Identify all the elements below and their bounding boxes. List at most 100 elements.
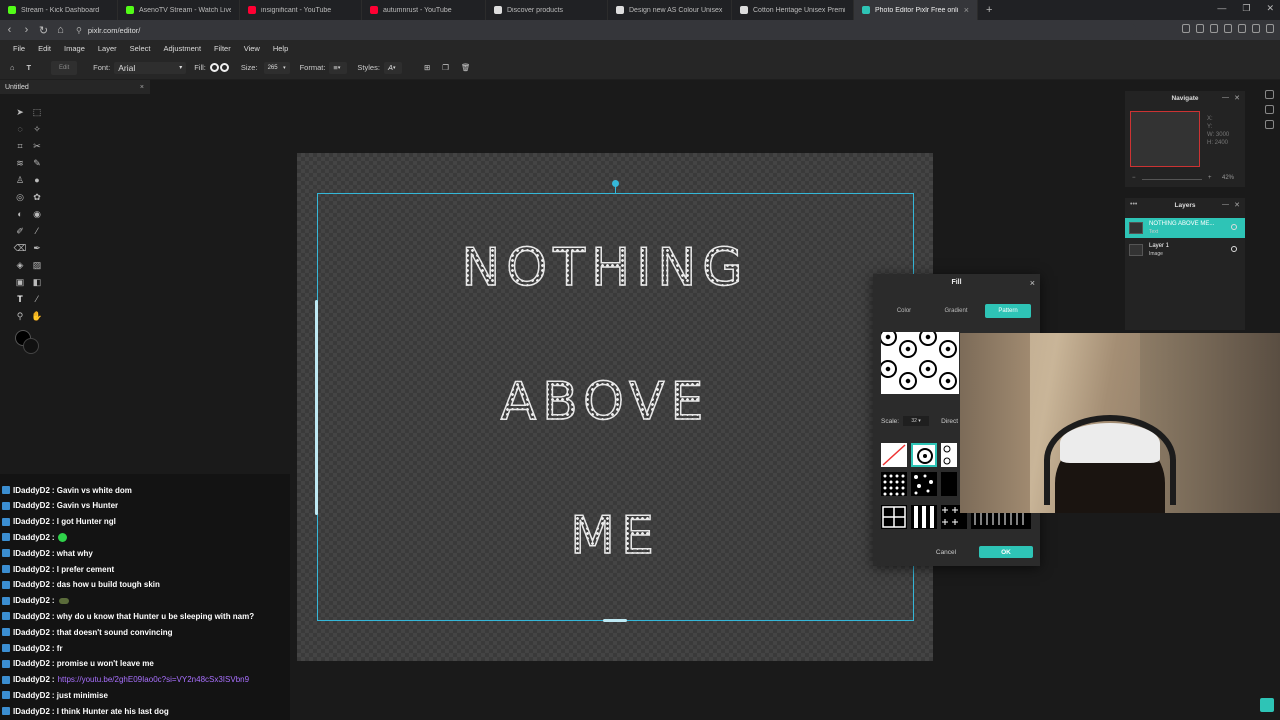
expand-button[interactable] <box>1260 698 1274 712</box>
collapse-icon[interactable]: — <box>1222 201 1229 208</box>
styles-select[interactable]: A ▾ <box>383 61 402 74</box>
chat-username[interactable]: IDaddyD2 <box>13 517 50 526</box>
pattern-swatch-rings[interactable] <box>911 443 937 467</box>
browser-tab[interactable]: Design new AS Colour Unisex Premi... <box>608 0 732 20</box>
sticker-tool-icon[interactable]: ◧ <box>30 275 44 289</box>
layers-icon[interactable] <box>1264 105 1274 114</box>
gradient-tool-icon[interactable]: ▨ <box>30 258 44 272</box>
marquee-tool-icon[interactable]: ⬚ <box>30 105 44 119</box>
resize-handle-left[interactable] <box>315 300 318 515</box>
zoom-slider[interactable] <box>1142 179 1202 180</box>
minimize-icon[interactable]: — <box>1217 3 1226 14</box>
browser-tab[interactable]: Cotton Heritage Unisex Premium He... <box>732 0 854 20</box>
adjust-icon[interactable] <box>1264 90 1274 99</box>
chat-username[interactable]: IDaddyD2 <box>13 675 50 684</box>
extension-icon[interactable] <box>1238 24 1246 33</box>
chat-username[interactable]: IDaddyD2 <box>13 533 50 542</box>
browser-tab[interactable]: Stream - Kick Dashboard <box>0 0 118 20</box>
chat-username[interactable]: IDaddyD2 <box>13 501 50 510</box>
history-icon[interactable] <box>1264 120 1274 129</box>
zoom-out-icon[interactable]: − <box>1132 175 1136 181</box>
browser-tab[interactable]: insignificant - YouTube <box>240 0 362 20</box>
more-options-icon[interactable]: ••• <box>1130 201 1137 208</box>
background-color-swatch[interactable] <box>23 338 39 354</box>
layer-row[interactable]: Layer 1 Image <box>1125 240 1245 260</box>
trash-icon[interactable]: 🗑 <box>455 61 477 75</box>
chat-username[interactable]: IDaddyD2 <box>13 596 50 605</box>
liquify-tool-icon[interactable]: ≋ <box>13 156 27 170</box>
chat-username[interactable]: IDaddyD2 <box>13 707 50 716</box>
new-tab-button[interactable]: + <box>986 4 992 16</box>
pattern-swatch-grid-dots[interactable] <box>881 472 907 496</box>
chat-username[interactable]: IDaddyD2 <box>13 644 50 653</box>
cancel-button[interactable]: Cancel <box>931 546 961 558</box>
format-select[interactable]: ≡ ▾ <box>329 61 348 74</box>
menu-layer[interactable]: Layer <box>98 44 117 53</box>
browser-tab[interactable]: Discover products <box>486 0 608 20</box>
font-select[interactable]: Arial ▾ <box>114 61 187 74</box>
extension-icon[interactable] <box>1210 24 1218 33</box>
menu-filter[interactable]: Filter <box>214 44 231 53</box>
fill-pattern-swatch[interactable] <box>209 63 229 72</box>
extension-icon[interactable] <box>1252 24 1260 33</box>
color-replace-tool-icon[interactable]: ✿ <box>30 190 44 204</box>
menu-adjustment[interactable]: Adjustment <box>164 44 202 53</box>
heal-tool-icon[interactable]: ✎ <box>30 156 44 170</box>
collapse-icon[interactable]: — <box>1222 94 1229 101</box>
rotate-handle[interactable] <box>612 180 619 187</box>
brush-tool-icon[interactable]: ⁄ <box>30 224 44 238</box>
fill-tab-gradient[interactable]: Gradient <box>933 304 979 318</box>
wand-tool-icon[interactable]: ✧ <box>30 122 44 136</box>
blur-tool-icon[interactable]: ● <box>30 173 44 187</box>
restore-icon[interactable]: ❐ <box>1242 3 1250 14</box>
extension-icon[interactable] <box>1196 24 1204 33</box>
bucket-tool-icon[interactable]: ◈ <box>13 258 27 272</box>
close-tab-icon[interactable]: × <box>964 5 969 15</box>
hand-tool-icon[interactable]: ✋ <box>30 309 44 323</box>
url-field[interactable]: ⚲ pixlr.com/editor/ <box>76 23 1136 37</box>
pattern-swatch-stripes[interactable] <box>911 505 937 529</box>
extension-icon[interactable] <box>1224 24 1232 33</box>
visibility-eye-icon[interactable] <box>1231 224 1237 230</box>
sponge-tool-icon[interactable]: ◎ <box>13 190 27 204</box>
browser-tab[interactable]: AsenoTV Stream - Watch Live on Kick <box>118 0 240 20</box>
reload-icon[interactable]: ↻ <box>36 24 51 37</box>
scale-input[interactable]: 32 ▾ <box>903 416 930 426</box>
document-tab[interactable]: Untitled × <box>0 80 150 94</box>
ok-button[interactable]: OK <box>979 546 1033 558</box>
browser-tab[interactable]: Photo Editor Pixlr Free online Ima... × <box>854 0 978 20</box>
zoom-tool-icon[interactable]: ⚲ <box>13 309 27 323</box>
home-tool-icon[interactable]: ⌂ <box>4 61 21 75</box>
chat-username[interactable]: IDaddyD2 <box>13 628 50 637</box>
resize-handle-bottom[interactable] <box>603 619 627 622</box>
cutout-tool-icon[interactable]: ✂ <box>30 139 44 153</box>
browser-tab[interactable]: autumnrust - YouTube <box>362 0 486 20</box>
menu-view[interactable]: View <box>244 44 260 53</box>
menu-image[interactable]: Image <box>64 44 85 53</box>
crop-tool-icon[interactable]: ⌗ <box>13 139 27 153</box>
home-icon[interactable]: ⌂ <box>53 24 68 36</box>
text-tool-icon[interactable]: T <box>21 61 38 75</box>
zoom-in-icon[interactable]: + <box>1208 175 1212 181</box>
close-window-icon[interactable]: ✕ <box>1266 3 1274 14</box>
draw-tool-icon[interactable]: ✒ <box>30 241 44 255</box>
layer-row[interactable]: NOTHING ABOVE ME... Text <box>1125 218 1245 238</box>
chat-username[interactable]: IDaddyD2 <box>13 565 50 574</box>
navigator-thumbnail[interactable] <box>1130 111 1200 167</box>
edit-button[interactable]: Edit <box>51 60 78 75</box>
pencil-tool-icon[interactable]: ✐ <box>13 224 27 238</box>
chat-link[interactable]: https://youtu.be/2ghE09Iao0c?si=VY2n48cS… <box>58 675 249 684</box>
clone-tool-icon[interactable]: ♙ <box>13 173 27 187</box>
pattern-swatch-none[interactable] <box>881 443 907 467</box>
back-icon[interactable]: ‹ <box>2 24 17 36</box>
close-panel-icon[interactable]: ✕ <box>1234 201 1240 209</box>
lasso-tool-icon[interactable]: ◌ <box>13 122 27 136</box>
menu-help[interactable]: Help <box>273 44 288 53</box>
fill-tab-color[interactable]: Color <box>881 304 927 318</box>
duplicate-icon[interactable]: ❐ <box>436 61 455 75</box>
menu-edit[interactable]: Edit <box>38 44 51 53</box>
eraser-tool-icon[interactable]: ⌫ <box>13 241 27 255</box>
size-select[interactable]: 265 ▾ <box>263 61 290 74</box>
eyedropper-tool-icon[interactable]: ⁄ <box>30 292 44 306</box>
menu-select[interactable]: Select <box>130 44 151 53</box>
